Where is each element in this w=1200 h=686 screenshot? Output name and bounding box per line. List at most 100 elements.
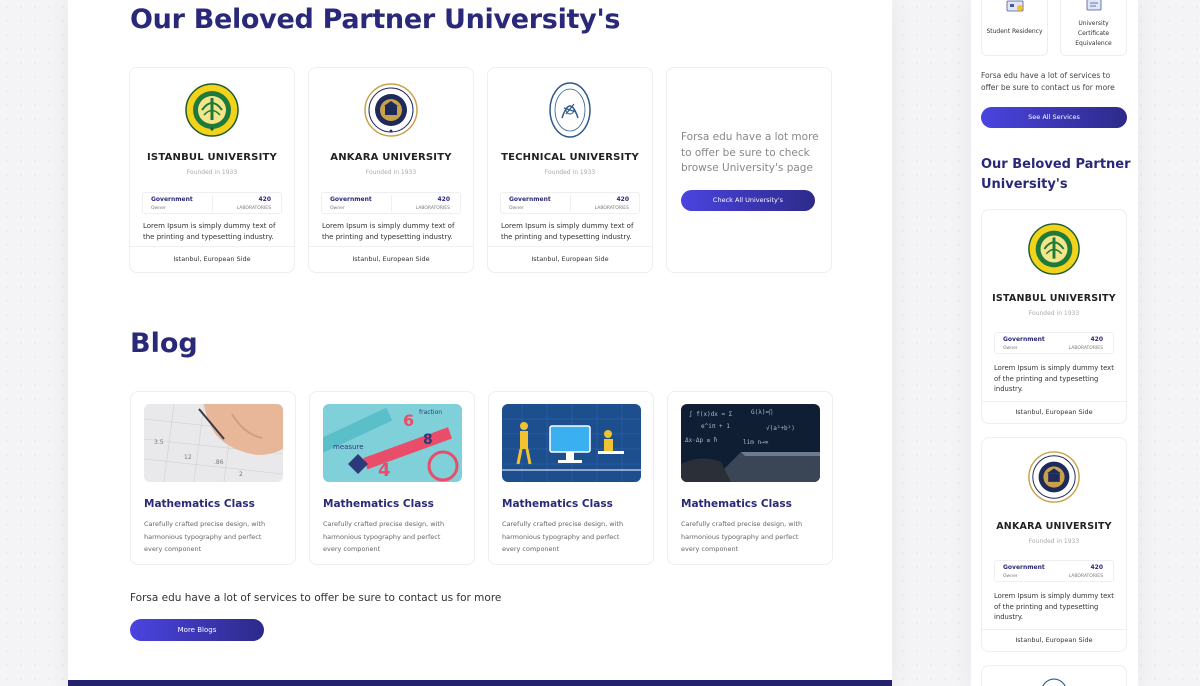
residency-icon <box>1001 0 1029 13</box>
stat-type-sub: Owner <box>151 206 166 211</box>
svg-text:measure: measure <box>333 443 364 451</box>
university-name: ISTANBUL UNIVERSITY <box>992 293 1116 304</box>
university-name: ISTANBUL UNIVERSITY <box>147 152 277 163</box>
blog-title: Mathematics Class <box>681 498 792 510</box>
svg-text:Δx·Δp ≥ ħ: Δx·Δp ≥ ħ <box>685 437 718 444</box>
blue-classroom-illustration <box>502 404 641 482</box>
desktop-page: Our Beloved Partner University's ISTANBU… <box>68 0 892 686</box>
stat-type: Government <box>509 196 551 203</box>
svg-text:12: 12 <box>184 454 192 461</box>
university-description: Lorem Ipsum is simply dummy text of the … <box>501 222 634 241</box>
istanbul-university-seal-icon <box>1027 222 1081 276</box>
ankara-university-seal-icon <box>363 82 419 138</box>
blog-title: Mathematics Class <box>144 498 255 510</box>
svg-text:8: 8 <box>423 432 433 448</box>
svg-text:e^iπ + 1: e^iπ + 1 <box>701 423 730 430</box>
more-universities-text: Forsa edu have a lot more to offer be su… <box>681 131 819 174</box>
hand-writing-math-image: 3.5 12 .86 2 <box>144 404 283 482</box>
svg-text:4: 4 <box>378 460 391 481</box>
more-universities-card: Forsa edu have a lot more to offer be su… <box>666 67 832 273</box>
university-stats: Government Owner 420 LABORATORIES <box>994 560 1114 582</box>
university-founded: Founded in 1933 <box>186 169 238 176</box>
stat-type-sub: Owner <box>509 206 524 211</box>
mobile-university-card-ankara[interactable]: ANKARA UNIVERSITY Founded in 1933 Govern… <box>981 437 1127 652</box>
university-name: ANKARA UNIVERSITY <box>330 152 452 163</box>
university-name: TECHNICAL UNIVERSITY <box>501 152 639 163</box>
university-founded: Founded in 1933 <box>365 169 417 176</box>
university-location: Istanbul, European Side <box>982 401 1126 423</box>
university-stats: Government Owner 420 LABORATORIES <box>994 332 1114 354</box>
stat-type: Government <box>1003 336 1045 343</box>
blog-description: Carefully crafted precise design, with h… <box>323 520 445 553</box>
blog-section-title: Blog <box>130 328 198 359</box>
stat-count: 420 <box>616 196 629 203</box>
colorful-math-words-image: 6 8 4 measure fraction <box>323 404 462 482</box>
stat-count-sub: LABORATORIES <box>1068 574 1103 579</box>
university-location: Istanbul, European Side <box>309 246 473 272</box>
university-card-istanbul[interactable]: ISTANBUL UNIVERSITY Founded in 1933 Gove… <box>129 67 295 273</box>
stat-divider <box>391 195 392 211</box>
certificate-icon <box>1080 0 1108 13</box>
mobile-university-card-istanbul[interactable]: ISTANBUL UNIVERSITY Founded in 1933 Gove… <box>981 209 1127 424</box>
services-text: Forsa edu have a lot of services to offe… <box>130 592 502 604</box>
university-founded: Founded in 1933 <box>1028 538 1080 545</box>
technical-university-seal-icon <box>1039 678 1069 686</box>
blog-card[interactable]: Mathematics Class Carefully crafted prec… <box>488 391 654 565</box>
mobile-universities-title: Our Beloved Partner University's <box>981 157 1131 192</box>
university-location: Istanbul, European Side <box>982 629 1126 651</box>
see-all-services-button[interactable]: See All Services <box>981 107 1127 128</box>
blog-card[interactable]: 6 8 4 measure fraction Mathematics Class… <box>309 391 475 565</box>
svg-text:fraction: fraction <box>419 409 442 416</box>
svg-text:3.5: 3.5 <box>154 439 164 446</box>
svg-text:.86: .86 <box>214 459 224 466</box>
university-description: Lorem Ipsum is simply dummy text of the … <box>322 222 455 241</box>
universities-section-title: Our Beloved Partner University's <box>130 4 621 35</box>
laptop-formulas-image: ∫ f(x)dx = Σ G(λ)=∏ e^iπ + 1 √(a²+b²) Δx·Δ… <box>681 404 820 482</box>
university-stats: Government Owner 420 LABORATORIES <box>500 192 640 214</box>
stat-type-sub: Owner <box>330 206 345 211</box>
ankara-university-seal-icon <box>1027 450 1081 504</box>
university-description: Lorem Ipsum is simply dummy text of the … <box>994 364 1114 393</box>
mobile-university-card-technical[interactable] <box>981 665 1127 686</box>
university-description: Lorem Ipsum is simply dummy text of the … <box>143 222 276 241</box>
service-label: University Certificate Equivalence <box>1075 20 1112 47</box>
blog-title: Mathematics Class <box>502 498 613 510</box>
stat-count-sub: LABORATORIES <box>1068 346 1103 351</box>
svg-text:2: 2 <box>239 471 243 478</box>
svg-text:G(λ)=∏: G(λ)=∏ <box>751 409 773 416</box>
university-card-technical[interactable]: TECHNICAL UNIVERSITY Founded in 1933 Gov… <box>487 67 653 273</box>
stat-divider <box>212 195 213 211</box>
university-card-ankara[interactable]: ANKARA UNIVERSITY Founded in 1933 Govern… <box>308 67 474 273</box>
blog-description: Carefully crafted precise design, with h… <box>502 520 624 553</box>
technical-university-seal-icon <box>542 82 598 138</box>
svg-text:6: 6 <box>403 411 414 430</box>
stat-count-sub: LABORATORIES <box>415 206 450 211</box>
service-tile-student-residency[interactable]: Student Residency <box>981 0 1048 56</box>
blog-card[interactable]: 3.5 12 .86 2 Mathematics Class Carefully cr… <box>130 391 296 565</box>
university-stats: Government Owner 420 LABORATORIES <box>321 192 461 214</box>
blog-title: Mathematics Class <box>323 498 434 510</box>
blog-description: Carefully crafted precise design, with h… <box>681 520 803 553</box>
university-founded: Founded in 1933 <box>1028 310 1080 317</box>
service-label: Student Residency <box>986 28 1043 35</box>
stat-count: 420 <box>258 196 271 203</box>
stat-count: 420 <box>1090 336 1103 343</box>
university-location: Istanbul, European Side <box>488 246 652 272</box>
blog-cards-row: 3.5 12 .86 2 Mathematics Class Carefully cr… <box>130 391 833 565</box>
university-founded: Founded in 1933 <box>544 169 596 176</box>
university-cards-row: ISTANBUL UNIVERSITY Founded in 1933 Gove… <box>129 67 832 273</box>
stat-type: Government <box>330 196 372 203</box>
blog-card[interactable]: ∫ f(x)dx = Σ G(λ)=∏ e^iπ + 1 √(a²+b²) Δx·Δ… <box>667 391 833 565</box>
istanbul-university-seal-icon <box>184 82 240 138</box>
stat-count-sub: LABORATORIES <box>236 206 271 211</box>
svg-text:lim n→∞: lim n→∞ <box>743 439 769 446</box>
university-location: Istanbul, European Side <box>130 246 294 272</box>
stat-type: Government <box>151 196 193 203</box>
check-all-universities-button[interactable]: Check All University's <box>681 190 815 211</box>
university-name: ANKARA UNIVERSITY <box>996 521 1112 532</box>
university-description: Lorem Ipsum is simply dummy text of the … <box>994 592 1114 621</box>
service-tile-certificate-equivalence[interactable]: University Certificate Equivalence <box>1060 0 1127 56</box>
stat-count: 420 <box>437 196 450 203</box>
svg-text:√(a²+b²): √(a²+b²) <box>766 425 795 432</box>
more-blogs-button[interactable]: More Blogs <box>130 619 264 641</box>
